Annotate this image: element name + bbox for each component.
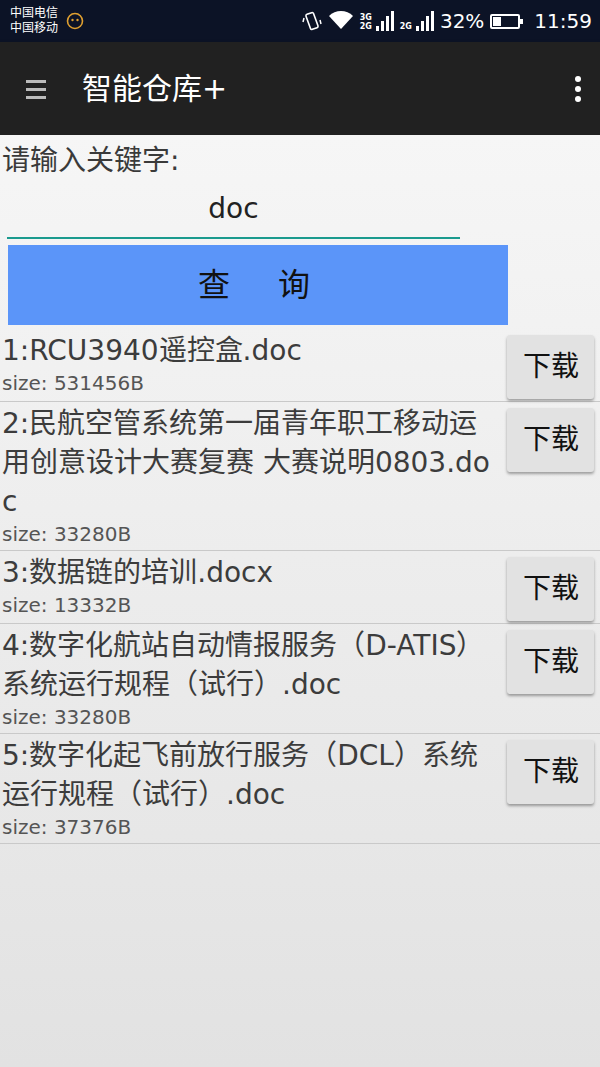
- app-title: 智能仓库+: [82, 66, 227, 111]
- assistant-icon: [66, 12, 84, 30]
- result-row: 5:数字化起飞前放行服务（DCL）系统运行规程（试行）.docsize: 373…: [0, 734, 600, 844]
- result-title: 1:RCU3940遥控盒.doc: [2, 331, 499, 370]
- result-row: 3:数据链的培训.docxsize: 13332B下载: [0, 551, 600, 624]
- signal-bar: [381, 21, 384, 31]
- result-row: 1:RCU3940遥控盒.docsize: 531456B下载: [0, 329, 600, 402]
- signal-bars: [416, 11, 434, 31]
- network-label: 2G: [400, 22, 412, 31]
- result-size: size: 33280B: [2, 704, 499, 731]
- search-input[interactable]: [7, 181, 460, 239]
- result-row: 4:数字化航站自动情报服务（D-ATIS）系统运行规程（试行）.docsize:…: [0, 624, 600, 734]
- menu-icon[interactable]: [26, 78, 46, 100]
- download-button[interactable]: 下载: [507, 740, 594, 804]
- result-info: 2:民航空管系统第一届青年职工移动运用创意设计大赛复赛 大赛说明0803.doc…: [2, 404, 499, 548]
- result-size: size: 33280B: [2, 521, 499, 548]
- carrier-name: 中国移动: [10, 21, 58, 36]
- network-type: 2G: [400, 22, 412, 31]
- result-info: 3:数据链的培训.docxsize: 13332B: [2, 553, 499, 619]
- signal-bar: [426, 16, 429, 31]
- result-title: 2:民航空管系统第一届青年职工移动运用创意设计大赛复赛 大赛说明0803.doc: [2, 404, 499, 521]
- result-title: 4:数字化航站自动情报服务（D-ATIS）系统运行规程（试行）.doc: [2, 626, 499, 704]
- signal-bar: [421, 21, 424, 31]
- download-button[interactable]: 下载: [507, 335, 594, 399]
- download-button[interactable]: 下载: [507, 408, 594, 472]
- result-info: 1:RCU3940遥控盒.docsize: 531456B: [2, 331, 499, 397]
- result-size: size: 13332B: [2, 592, 499, 619]
- network-signal: 2G: [400, 11, 434, 31]
- status-bar: 中国电信中国移动3G2G2G32%11:59: [0, 0, 600, 42]
- carrier-name: 中国电信: [10, 6, 58, 21]
- signal-bar: [386, 16, 389, 31]
- app-bar: 智能仓库+: [0, 42, 600, 135]
- result-title: 3:数据链的培训.docx: [2, 553, 499, 592]
- vibrate-icon: [302, 10, 322, 32]
- result-title: 5:数字化起飞前放行服务（DCL）系统运行规程（试行）.doc: [2, 736, 499, 814]
- result-size: size: 37376B: [2, 814, 499, 841]
- status-left: 中国电信中国移动: [10, 6, 84, 36]
- carrier-list: 中国电信中国移动: [10, 6, 58, 36]
- search-label: 请输入关键字:: [0, 135, 600, 181]
- network-signal: 3G2G: [360, 11, 394, 31]
- result-list: 1:RCU3940遥控盒.docsize: 531456B下载2:民航空管系统第…: [0, 329, 600, 844]
- signal-bar: [431, 11, 434, 31]
- download-button[interactable]: 下载: [507, 630, 594, 694]
- signal-bar: [416, 26, 419, 31]
- battery-reading: 32%: [440, 6, 484, 36]
- search-button[interactable]: 查 询: [8, 245, 508, 325]
- overflow-menu-icon[interactable]: [574, 75, 582, 103]
- status-right: 3G2G2G32%11:59: [302, 6, 592, 36]
- clock: 11:59: [534, 6, 592, 36]
- battery-fill: [493, 17, 501, 26]
- signal-bars: [376, 11, 394, 31]
- result-info: 4:数字化航站自动情报服务（D-ATIS）系统运行规程（试行）.docsize:…: [2, 626, 499, 731]
- download-button[interactable]: 下载: [507, 557, 594, 621]
- result-size: size: 531456B: [2, 370, 499, 397]
- result-row: 2:民航空管系统第一届青年职工移动运用创意设计大赛复赛 大赛说明0803.doc…: [0, 402, 600, 551]
- wifi-icon: [328, 11, 354, 31]
- result-info: 5:数字化起飞前放行服务（DCL）系统运行规程（试行）.docsize: 373…: [2, 736, 499, 841]
- battery-icon: [490, 14, 520, 29]
- signal-bar: [391, 11, 394, 31]
- network-label: 3G: [360, 13, 372, 22]
- main-content: 请输入关键字:查 询1:RCU3940遥控盒.docsize: 531456B下…: [0, 135, 600, 1067]
- network-label: 2G: [360, 22, 372, 31]
- signal-bar: [376, 26, 379, 31]
- network-type: 3G2G: [360, 13, 372, 31]
